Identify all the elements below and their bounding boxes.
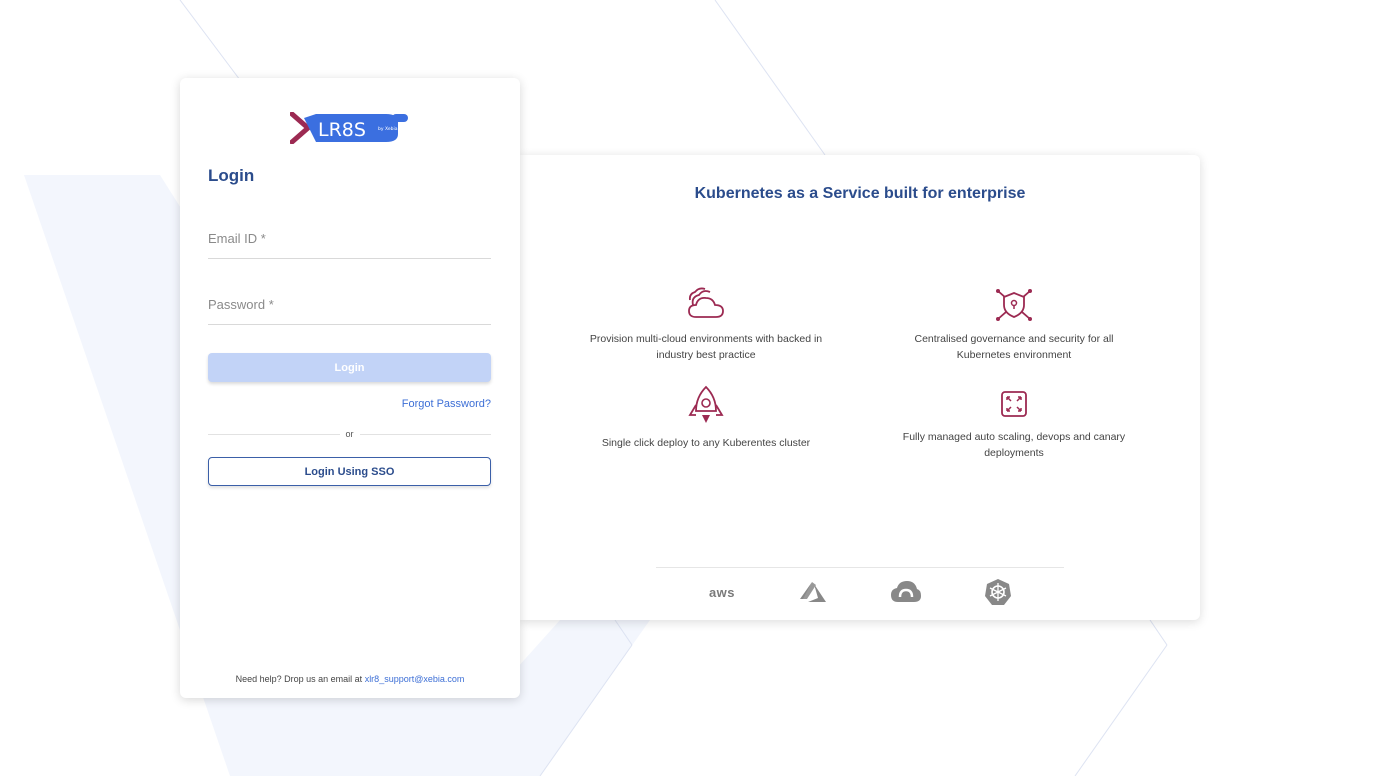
rocket-icon [688,385,724,423]
feature-text: Provision multi-cloud environments with … [589,333,823,361]
feature-text: Single click deploy to any Kuberentes cl… [601,437,811,449]
divider-line-left [208,433,340,435]
multi-cloud-icon [688,287,724,318]
provider-divider [656,567,1064,568]
feature-governance: Centralised governance and security for … [894,287,1134,363]
cloud-provider-logos: aws [700,575,1020,609]
xlr8s-logo: LR8S by Xebia [290,112,408,144]
feature-multi-cloud: Provision multi-cloud environments with … [586,287,826,363]
svg-text:by Xebia: by Xebia [378,126,398,132]
shield-security-icon [996,289,1032,321]
forgot-password-link[interactable]: Forgot Password? [402,398,491,410]
auto-scaling-icon [1001,391,1027,417]
aws-icon: aws [700,577,744,607]
info-card: Kubernetes as a Service built for enterp… [520,155,1200,620]
divider-line-right [359,433,492,435]
login-title: Login [208,166,255,185]
feature-text: Centralised governance and security for … [914,333,1114,361]
password-input[interactable] [208,284,491,324]
feature-text: Fully managed auto scaling, devops and c… [902,431,1126,459]
or-text: or [345,429,354,439]
google-cloud-icon [884,577,928,607]
help-text: Need help? Drop us an email at xlr8_supp… [180,674,520,684]
or-divider: or [208,428,492,440]
support-email-link[interactable]: xlr8_support@xebia.com [365,674,465,684]
login-sso-button[interactable]: Login Using SSO [208,457,491,486]
help-prefix: Need help? Drop us an email at [235,674,365,684]
feature-deploy: Single click deploy to any Kuberentes cl… [586,385,826,451]
feature-auto-scaling: Fully managed auto scaling, devops and c… [894,389,1134,461]
email-field-container [208,218,491,259]
kubernetes-icon [976,577,1020,607]
aws-label: aws [708,584,736,600]
azure-icon [792,577,836,607]
login-button[interactable]: Login [208,353,491,382]
password-field-container [208,284,491,325]
email-input[interactable] [208,218,491,258]
svg-text:LR8S: LR8S [318,119,366,141]
login-card: LR8S by Xebia Login Login Forgot Passwor… [180,78,520,698]
info-title: Kubernetes as a Service built for enterp… [694,185,1026,202]
